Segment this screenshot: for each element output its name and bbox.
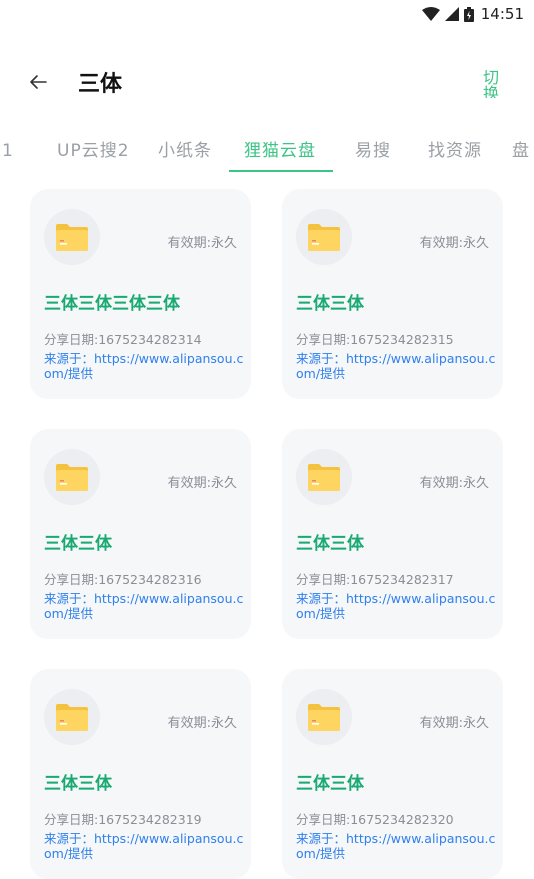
result-card[interactable]: 有效期:永久 三体三体 分享日期:1675234282315 来源于：https…: [282, 189, 503, 399]
tab-partial-left[interactable]: 搜1: [0, 136, 14, 161]
status-time: 14:51: [480, 5, 524, 23]
page-title: 三体: [78, 72, 123, 97]
validity-label: 有效期:永久: [167, 236, 237, 251]
folder-avatar: [44, 689, 100, 745]
share-date: 分享日期:1675234282320: [296, 812, 454, 827]
tab-zhaoziyuan[interactable]: 找资源: [428, 136, 482, 161]
tab-limao-yunpan[interactable]: 狸猫云盘: [244, 136, 316, 161]
validity-label: 有效期:永久: [419, 716, 489, 731]
folder-avatar: [296, 209, 352, 265]
source-link[interactable]: 来源于：https://www.alipansou.com/提供: [296, 831, 496, 861]
result-card[interactable]: 有效期:永久 三体三体 分享日期:1675234282319 来源于：https…: [30, 669, 251, 879]
share-date: 分享日期:1675234282315: [296, 332, 454, 347]
source-link[interactable]: 来源于：https://www.alipansou.com/提供: [44, 831, 244, 861]
status-icons: 14:51: [421, 4, 524, 24]
folder-icon: [56, 464, 88, 491]
folder-avatar: [296, 449, 352, 505]
result-card[interactable]: 有效期:永久 三体三体 分享日期:1675234282316 来源于：https…: [30, 429, 251, 639]
source-link[interactable]: 来源于：https://www.alipansou.com/提供: [296, 351, 496, 381]
source-link[interactable]: 来源于：https://www.alipansou.com/提供: [44, 591, 244, 621]
active-tab-indicator: [229, 170, 333, 172]
folder-icon: [308, 224, 340, 251]
validity-label: 有效期:永久: [167, 476, 237, 491]
folder-avatar: [44, 209, 100, 265]
tab-yisou[interactable]: 易搜: [355, 136, 391, 161]
back-button[interactable]: [26, 70, 50, 94]
share-date: 分享日期:1675234282316: [44, 572, 202, 587]
source-link[interactable]: 来源于：https://www.alipansou.com/提供: [44, 351, 244, 381]
folder-icon: [308, 464, 340, 491]
share-date: 分享日期:1675234282317: [296, 572, 454, 587]
source-tabs: 搜1 UP云搜2 小纸条 狸猫云盘 易搜 找资源 盘: [0, 130, 534, 174]
card-title: 三体三体: [44, 534, 112, 554]
tab-up-yunsou-2[interactable]: UP云搜2: [57, 136, 130, 161]
share-date: 分享日期:1675234282319: [44, 812, 202, 827]
status-bar: 14:51: [0, 0, 534, 30]
share-date: 分享日期:1675234282314: [44, 332, 202, 347]
card-title: 三体三体: [296, 774, 364, 794]
card-title: 三体三体三体三体: [44, 294, 180, 314]
switch-button[interactable]: 切换: [483, 70, 503, 98]
validity-label: 有效期:永久: [419, 236, 489, 251]
card-title: 三体三体: [296, 294, 364, 314]
folder-icon: [56, 704, 88, 731]
card-title: 三体三体: [44, 774, 112, 794]
folder-avatar: [44, 449, 100, 505]
result-card[interactable]: 有效期:永久 三体三体 分享日期:1675234282317 来源于：https…: [282, 429, 503, 639]
validity-label: 有效期:永久: [419, 476, 489, 491]
validity-label: 有效期:永久: [167, 716, 237, 731]
folder-icon: [308, 704, 340, 731]
result-card[interactable]: 有效期:永久 三体三体 分享日期:1675234282320 来源于：https…: [282, 669, 503, 879]
wifi-icon: [421, 7, 440, 21]
arrow-left-icon: [30, 75, 47, 89]
card-title: 三体三体: [296, 534, 364, 554]
result-card[interactable]: 有效期:永久 三体三体三体三体 分享日期:1675234282314 来源于：h…: [30, 189, 251, 399]
folder-avatar: [296, 689, 352, 745]
header: 三体 切换: [0, 60, 534, 106]
battery-icon: [463, 6, 474, 22]
tab-xiaozhitiao[interactable]: 小纸条: [158, 136, 212, 161]
tab-partial-right[interactable]: 盘: [512, 136, 530, 161]
folder-icon: [56, 224, 88, 251]
signal-icon: [444, 7, 459, 21]
source-link[interactable]: 来源于：https://www.alipansou.com/提供: [296, 591, 496, 621]
